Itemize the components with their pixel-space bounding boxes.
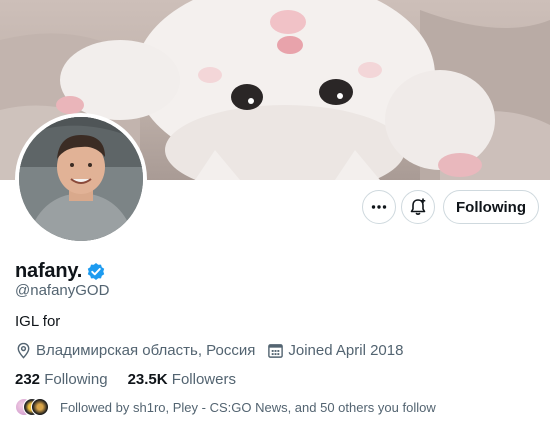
profile-meta: Владимирская область, Россия Joined Apri… [15,342,415,359]
follower-avatar [31,398,49,416]
more-icon [371,205,387,209]
notifications-button[interactable] [401,190,435,224]
location-pin-icon [17,342,30,359]
location-text: Владимирская область, Россия [36,342,256,359]
joined-text: Joined April 2018 [288,342,404,359]
avatar-photo [19,117,143,241]
followers-label: Followers [171,371,236,388]
bell-plus-icon [410,198,426,215]
followers-count: 23.5K [127,371,168,388]
joined-item: Joined April 2018 [267,342,403,359]
followed-by-row[interactable]: Followed by sh1ro, Pley - CS:GO News, an… [15,398,436,416]
calendar-icon [268,344,284,358]
following-button[interactable]: Following [443,190,539,224]
profile-page: Following nafany. @nafanyGOD IGL for Вла… [0,0,550,429]
verified-badge-icon[interactable] [86,262,106,282]
following-stat-link[interactable]: 232 Following [15,371,108,388]
followed-by-avatars [15,398,51,416]
followed-by-text: Followed by sh1ro, Pley - CS:GO News, an… [60,399,436,415]
user-handle: @nafanyGOD [15,282,110,299]
following-label: Following [44,371,108,388]
name-row: nafany. [15,260,106,283]
follow-stats: 232 Following 23.5K Followers [15,371,256,388]
display-name: nafany. [15,260,83,282]
following-count: 232 [15,371,41,388]
location-item: Владимирская область, Россия [15,342,255,359]
profile-bio: IGL for [15,313,61,330]
more-options-button[interactable] [362,190,396,224]
followers-stat-link[interactable]: 23.5K Followers [128,371,236,388]
profile-avatar[interactable] [15,113,147,245]
